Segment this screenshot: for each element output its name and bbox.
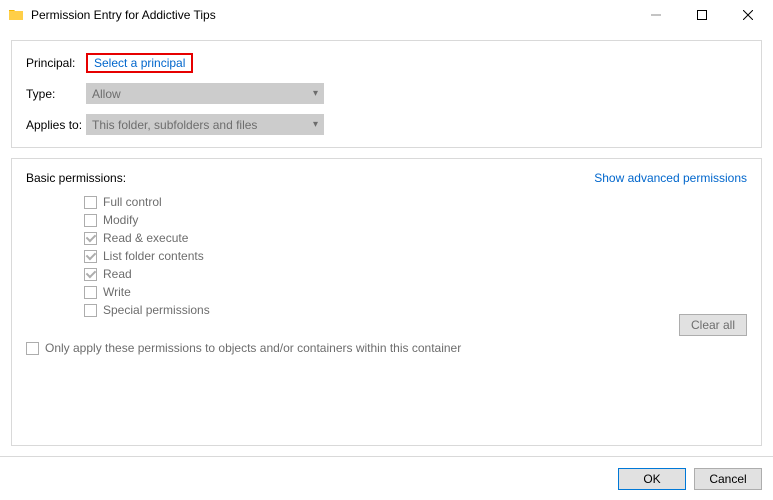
window-title: Permission Entry for Addictive Tips <box>31 8 633 22</box>
minimize-button[interactable] <box>633 0 679 30</box>
permission-item: Write <box>84 283 747 301</box>
permission-label: Special permissions <box>103 303 210 317</box>
permission-checkbox[interactable] <box>84 214 97 227</box>
applies-to-label: Applies to: <box>26 118 86 132</box>
titlebar: Permission Entry for Addictive Tips <box>0 0 773 30</box>
applies-to-dropdown-value: This folder, subfolders and files <box>92 118 257 132</box>
ok-button[interactable]: OK <box>618 468 686 490</box>
clear-all-button[interactable]: Clear all <box>679 314 747 336</box>
chevron-down-icon: ▾ <box>313 88 318 99</box>
header-panel: Principal: Select a principal Type: Allo… <box>11 40 762 148</box>
permission-label: List folder contents <box>103 249 204 263</box>
maximize-button[interactable] <box>679 0 725 30</box>
type-dropdown[interactable]: Allow ▾ <box>86 83 324 104</box>
only-apply-checkbox[interactable] <box>26 342 39 355</box>
show-advanced-link[interactable]: Show advanced permissions <box>594 171 747 185</box>
applies-to-dropdown[interactable]: This folder, subfolders and files ▾ <box>86 114 324 135</box>
select-principal-link[interactable]: Select a principal <box>86 53 193 73</box>
only-apply-label: Only apply these permissions to objects … <box>45 341 461 355</box>
cancel-button[interactable]: Cancel <box>694 468 762 490</box>
permission-item: Special permissions <box>84 301 747 319</box>
chevron-down-icon: ▾ <box>313 119 318 130</box>
footer: OK Cancel <box>0 456 773 500</box>
content-area: Principal: Select a principal Type: Allo… <box>0 30 773 446</box>
principal-label: Principal: <box>26 56 86 70</box>
permission-label: Write <box>103 285 131 299</box>
permission-checkbox[interactable] <box>84 232 97 245</box>
permission-checkbox[interactable] <box>84 286 97 299</box>
permission-item: Modify <box>84 211 747 229</box>
close-button[interactable] <box>725 0 771 30</box>
permission-checkbox[interactable] <box>84 268 97 281</box>
permission-label: Read <box>103 267 132 281</box>
type-label: Type: <box>26 87 86 101</box>
permission-item: List folder contents <box>84 247 747 265</box>
permission-item: Read & execute <box>84 229 747 247</box>
permission-label: Full control <box>103 195 162 209</box>
type-dropdown-value: Allow <box>92 87 121 101</box>
permission-checkbox[interactable] <box>84 196 97 209</box>
permission-label: Modify <box>103 213 138 227</box>
window-controls <box>633 0 771 30</box>
permission-label: Read & execute <box>103 231 188 245</box>
folder-icon <box>8 7 24 23</box>
permission-checkbox[interactable] <box>84 250 97 263</box>
permission-item: Full control <box>84 193 747 211</box>
permissions-checklist: Full control Modify Read & execute List fol… <box>84 193 747 319</box>
basic-permissions-title: Basic permissions: <box>26 171 126 185</box>
permission-item: Read <box>84 265 747 283</box>
permissions-panel: Basic permissions: Show advanced permiss… <box>11 158 762 446</box>
permission-checkbox[interactable] <box>84 304 97 317</box>
